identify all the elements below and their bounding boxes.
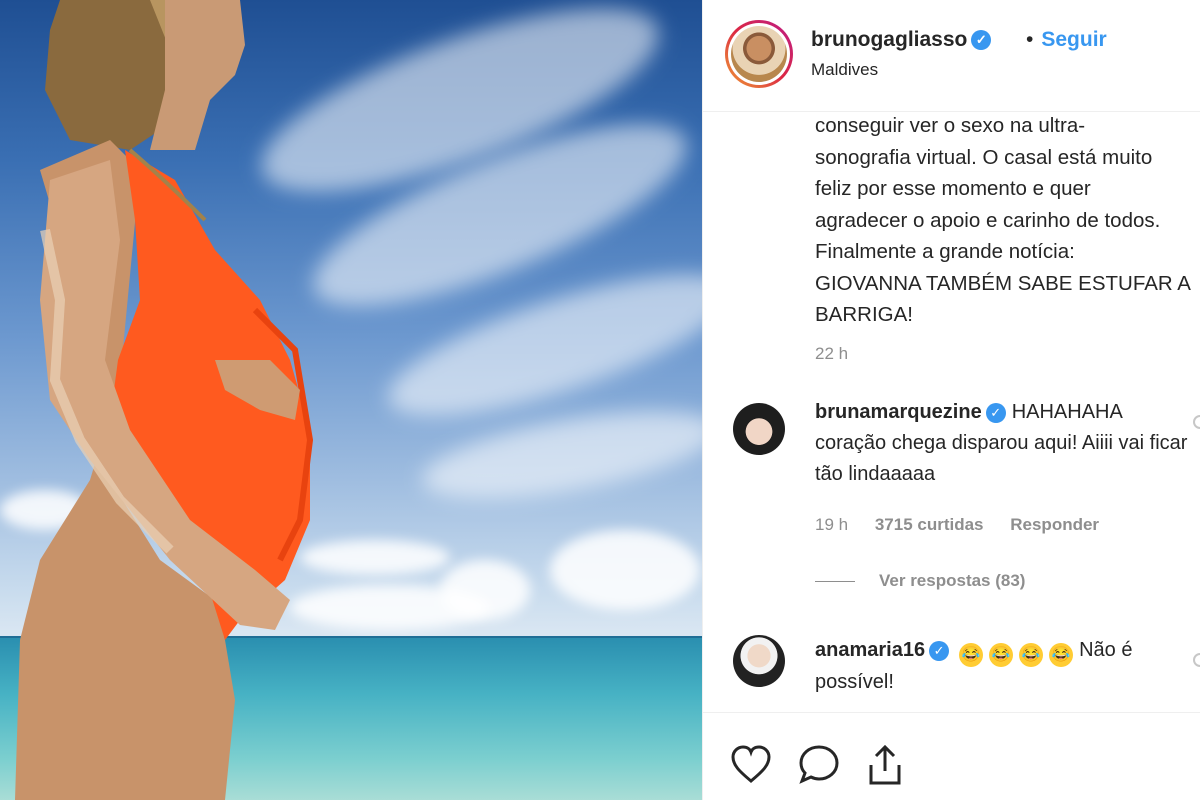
caption-line: GIOVANNA TAMBÉM SABE ESTUFAR A	[815, 271, 1191, 295]
comment-like-icon[interactable]	[1193, 415, 1200, 429]
verified-icon: ✓	[985, 402, 1006, 423]
profile-photo	[731, 26, 787, 82]
caption-line: agradecer o apoio e carinho de todos.	[815, 208, 1161, 232]
laughing-emoji-icon: 😂	[1019, 643, 1044, 667]
comment-username[interactable]: anamaria16	[815, 639, 925, 661]
caption-line: sonografia virtual. O casal está muito	[815, 145, 1153, 169]
verified-icon: ✓	[971, 30, 992, 51]
pregnant-woman-figure	[15, 0, 314, 800]
comment-like-icon[interactable]	[1193, 653, 1200, 667]
view-replies-button[interactable]: Ver respostas (83)	[815, 571, 1025, 591]
reply-button[interactable]: Responder	[1010, 515, 1099, 534]
follow-button[interactable]: • Seguir	[1026, 28, 1107, 52]
post-side-panel: brunogagliasso ✓ • Seguir Maldives consegu…	[702, 0, 1200, 800]
avatar[interactable]	[733, 635, 785, 687]
post-header: brunogagliasso ✓ • Seguir Maldives	[703, 0, 1200, 112]
caption-line: Finalmente a grande notícia:	[815, 240, 1075, 263]
caption-line: feliz por esse momento e quer	[815, 177, 1091, 200]
avatar[interactable]	[733, 403, 785, 455]
post-caption: conseguir ver o sexo na ultra- sonografi…	[815, 110, 1200, 331]
separator-dot: •	[1026, 28, 1034, 51]
heart-icon[interactable]	[729, 743, 773, 787]
post-username[interactable]: brunogagliasso ✓	[811, 28, 992, 52]
comment-text: anamaria16 ✓ 😂 😂 😂 😂 Não é possível!	[815, 635, 1195, 698]
laughing-emoji-icon: 😂	[959, 643, 984, 667]
comment-icon[interactable]	[797, 743, 841, 787]
laughing-emoji-icon: 😂	[989, 643, 1014, 667]
caption-timestamp[interactable]: 22 h	[815, 344, 848, 364]
replies-divider	[815, 581, 855, 583]
verified-icon: ✓	[929, 640, 950, 661]
follow-label: Seguir	[1041, 28, 1107, 51]
avatar[interactable]	[725, 20, 793, 88]
laughing-emoji-icon: 😂	[1049, 643, 1074, 667]
view-replies-label: Ver respostas (83)	[879, 571, 1026, 590]
comment-meta: 19 h 3715 curtidas Responder	[815, 515, 1121, 535]
action-bar	[703, 712, 1200, 800]
comment-text: brunamarquezine ✓ HAHAHAHA coração chega d…	[815, 397, 1195, 490]
share-icon[interactable]	[863, 743, 907, 787]
post-photo[interactable]	[0, 0, 702, 800]
comment-likes[interactable]: 3715 curtidas	[875, 515, 984, 534]
caption-line: conseguir ver o sexo na ultra-	[815, 114, 1086, 137]
caption-line: BARRIGA!	[815, 303, 913, 326]
comment-time[interactable]: 19 h	[815, 515, 848, 534]
comment-username[interactable]: brunamarquezine	[815, 401, 982, 423]
post-location[interactable]: Maldives	[811, 60, 878, 80]
username-text: brunogagliasso	[811, 28, 968, 51]
